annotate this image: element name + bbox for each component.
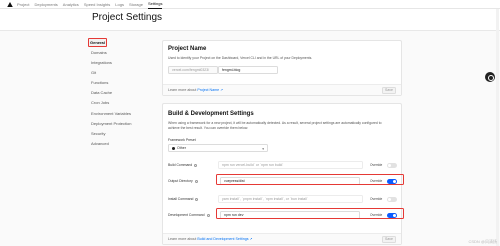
help-circle-icon[interactable] [485,72,495,82]
build-command-override-toggle[interactable] [387,163,397,168]
nav-tab-storage[interactable]: Storage [129,0,143,9]
info-icon [195,197,199,201]
install-command-override-toggle[interactable] [387,197,397,202]
nav-tab-logs[interactable]: Logs [115,0,124,9]
nav-tab-deployments[interactable]: Deployments [34,0,57,9]
sidebar-item-cron-jobs[interactable]: Cron Jobs [88,98,154,108]
build-settings-docs-link[interactable]: Build and Development Settings [197,237,248,241]
footer-learn-more: Learn more about [168,88,197,92]
top-nav: Project Deployments Analytics Speed Insi… [0,0,500,9]
project-name-title: Project Name [168,46,207,52]
project-name-input[interactable]: fengmi-blog [218,66,278,74]
nav-tab-speed-insights[interactable]: Speed Insights [84,0,110,9]
external-link-icon: ↗ [220,88,224,92]
sidebar-item-domains[interactable]: Domains [88,48,154,58]
sidebar-item-git[interactable]: Git [88,68,154,78]
vercel-logo-icon[interactable] [7,1,13,7]
install-command-input[interactable]: yarn install`, `pnpm install`, `npm inst… [218,195,363,203]
external-link-icon: ↗ [249,237,253,241]
build-settings-description: When using a framework for a new project… [168,121,382,130]
build-settings-footer: Learn more about Build and Development S… [163,233,401,244]
build-command-input[interactable]: npm run vercel-build` or `npm run build` [218,161,363,169]
project-name-docs-link[interactable]: Project Name [197,88,219,92]
chevron-down-icon: ▾ [262,147,264,151]
info-icon [194,179,198,183]
development-command-label: Development Command [168,213,210,217]
output-directory-label: Output Directory [168,179,198,183]
build-command-override-label: Override [370,163,383,167]
settings-sidebar: General Domains Integrations Git Functio… [88,38,154,149]
page-header: Project Settings [0,9,500,31]
framework-icon [172,146,175,150]
info-icon [206,213,210,217]
install-command-label: Install Command [168,197,199,201]
project-name-description: Used to identify your Project on the Das… [168,56,313,60]
project-name-card: Project Name Used to identify your Proje… [162,40,402,96]
install-command-override-label: Override [370,197,383,201]
sidebar-item-data-cache[interactable]: Data Cache [88,88,154,98]
project-name-save-button[interactable]: Save [382,87,396,94]
footer-learn-more: Learn more about [168,237,197,241]
sidebar-item-advanced[interactable]: Advanced [88,139,154,149]
build-command-label: Build Command [168,163,198,167]
watermark: CSDN @风清扬 [468,239,497,244]
page-title: Project Settings [92,12,163,23]
sidebar-item-functions[interactable]: Functions [88,78,154,88]
nav-tab-settings[interactable]: Settings [147,0,163,9]
project-name-footer: Learn more about Project Name ↗ Save [163,84,401,95]
framework-preset-select[interactable]: Other ▾ [168,144,268,152]
framework-preset-label: Framework Preset [168,138,196,142]
project-url-prefix: vercel.com/fengmi0323/ [168,66,218,74]
sidebar-item-deployment-protection[interactable]: Deployment Protection [88,119,154,129]
nav-tab-project[interactable]: Project [17,0,29,9]
highlight-output-directory [216,174,404,185]
sidebar-item-security[interactable]: Security [88,129,154,139]
sidebar-item-environment-variables[interactable]: Environment Variables [88,109,154,119]
build-settings-save-button[interactable]: Save [382,236,396,243]
build-settings-title: Build & Development Settings [168,111,254,117]
highlight-development-command [216,208,404,219]
sidebar-item-integrations[interactable]: Integrations [88,58,154,68]
scrollbar[interactable] [496,9,499,246]
nav-tab-analytics[interactable]: Analytics [63,0,79,9]
sidebar-item-general[interactable]: General [88,38,107,47]
info-icon [194,163,198,167]
